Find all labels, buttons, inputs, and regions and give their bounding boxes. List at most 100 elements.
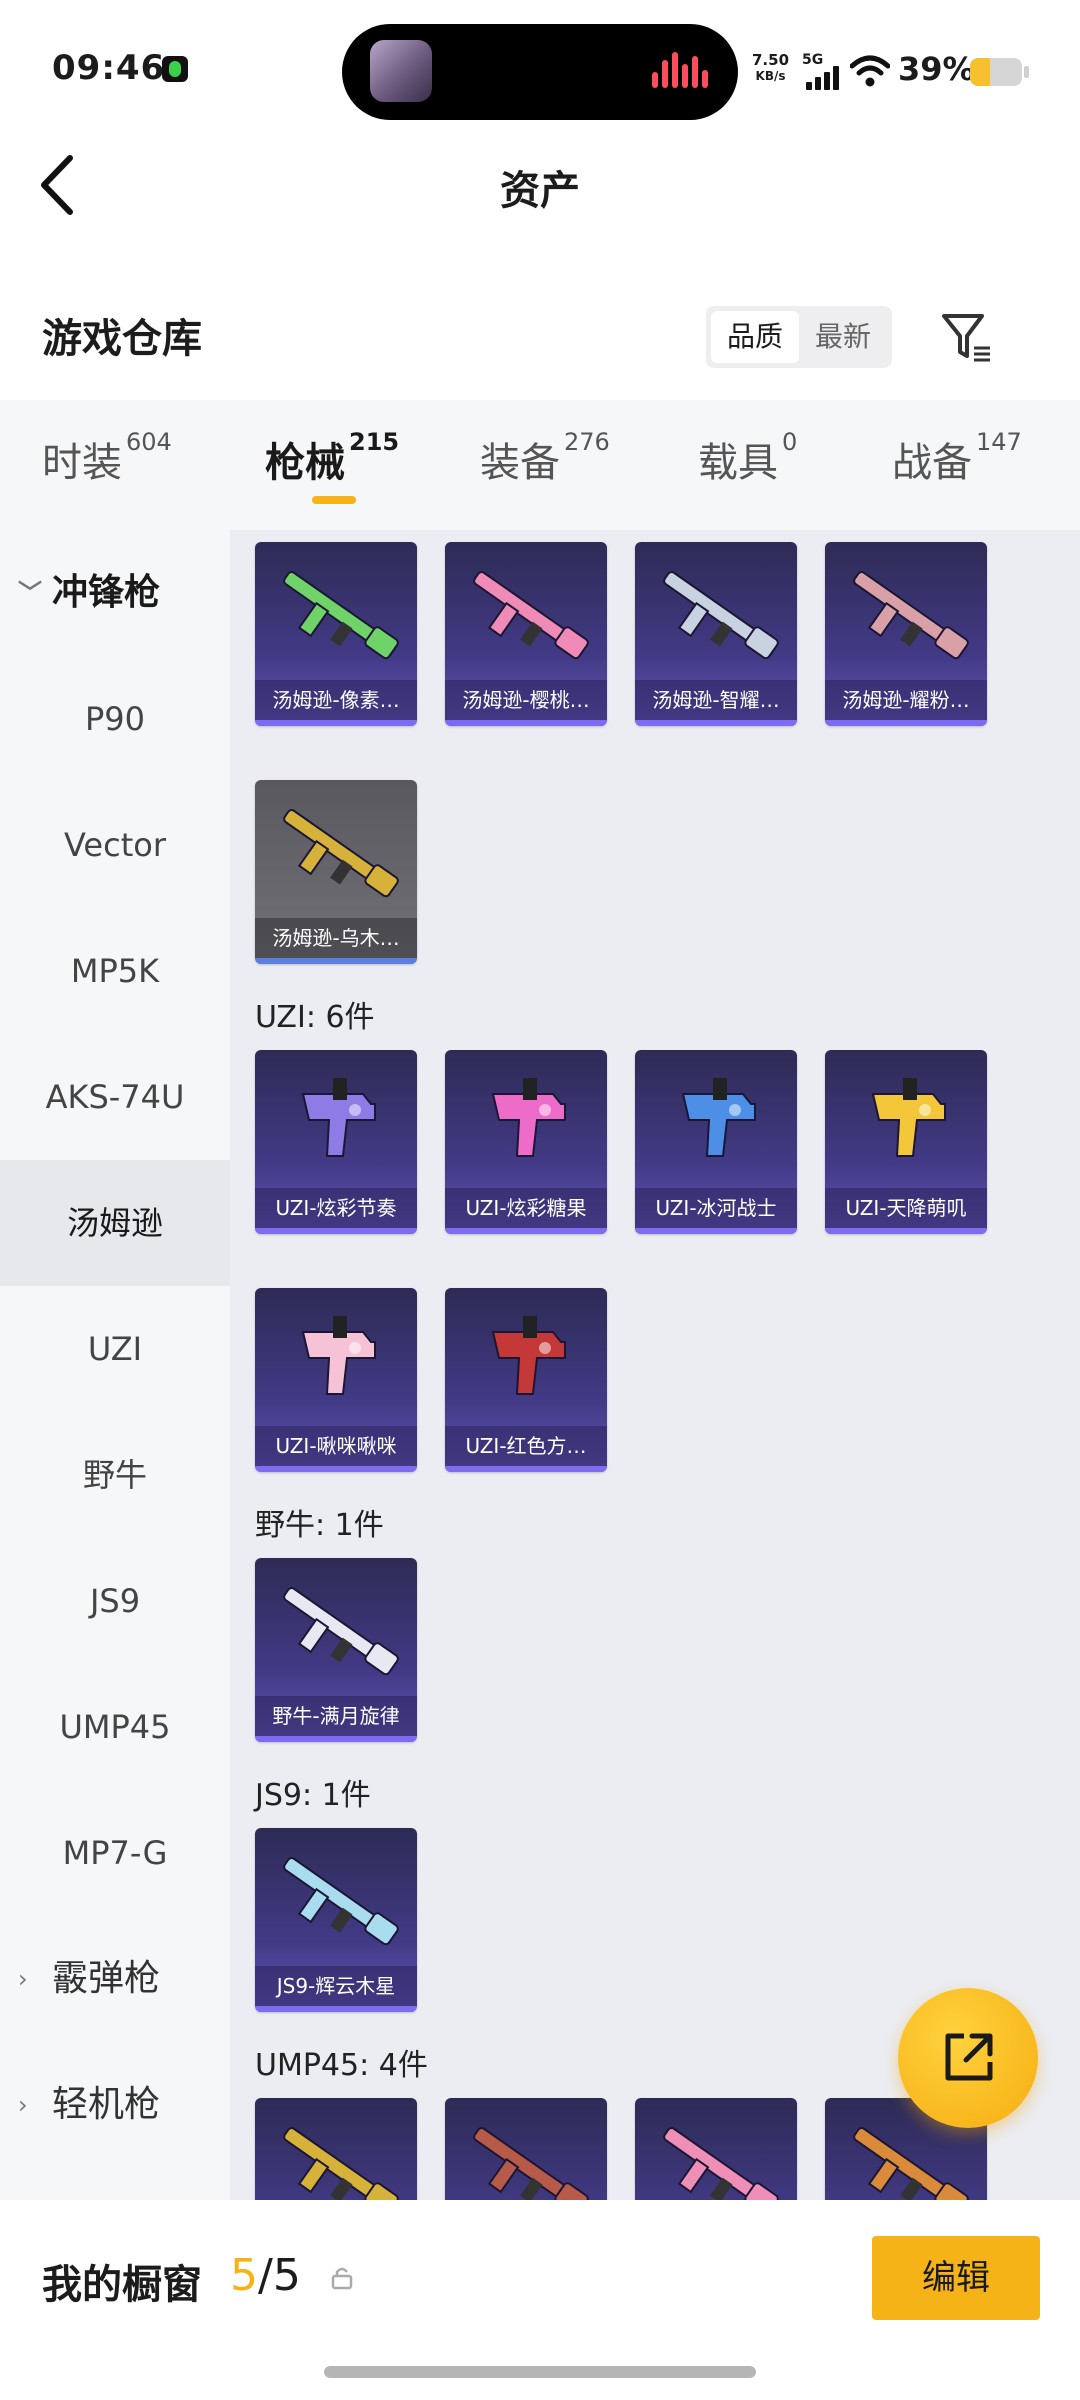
tab-supplies[interactable]: 战备 147 (892, 428, 1022, 488)
sidebar-item-uzi[interactable]: UZI (0, 1286, 230, 1412)
tab-label: 时装 (42, 440, 122, 486)
weapon-skin-image (491, 1316, 566, 1395)
skin-card[interactable]: UZI-炫彩节奏 (255, 1050, 417, 1234)
skin-name: UZI-炫彩节奏 (255, 1188, 417, 1228)
tab-equipment[interactable]: 装备 276 (480, 428, 610, 488)
rarity-strip (445, 1466, 607, 1472)
skin-grid: UZI: 6件 野牛: 1件 JS9: 1件 UMP45: 4件 汤姆逊-像素…… (230, 530, 1080, 2200)
lock-icon (331, 2267, 353, 2290)
sidebar-item-label: 冲锋枪 (52, 572, 161, 613)
skin-name: 汤姆逊-像素… (255, 680, 417, 720)
page-title: 资产 (500, 168, 580, 214)
sort-by-newest[interactable]: 最新 (799, 311, 887, 363)
skin-name: UZI-冰河战士 (635, 1188, 797, 1228)
chevron-down-icon: ﹀ (18, 579, 42, 607)
skin-card[interactable]: 汤姆逊-耀粉… (825, 542, 987, 726)
skin-card[interactable]: UZI-炫彩糖果 (445, 1050, 607, 1234)
weapon-type-sidebar: ﹀ 冲锋枪 P90 Vector MP5K AKS-74U 汤姆逊 UZI 野牛 … (0, 530, 230, 2200)
skin-card[interactable] (445, 2098, 607, 2200)
category-tabs: 时装 604 枪械 215 装备 276 载具 0 战备 147 (0, 400, 1080, 530)
skin-name: 汤姆逊-乌木… (255, 918, 417, 958)
weapon-skin-image (681, 1078, 756, 1157)
sidebar-item-vector[interactable]: Vector (0, 782, 230, 908)
skin-card[interactable]: UZI-啾咪啾咪 (255, 1288, 417, 1472)
skin-card[interactable]: 野牛-满月旋律 (255, 1558, 417, 1742)
sidebar-item-thompson[interactable]: 汤姆逊 (0, 1160, 230, 1286)
chevron-right-icon: › (18, 2091, 28, 2119)
share-external-icon (945, 2033, 993, 2081)
audio-waveform-icon (650, 52, 710, 92)
tab-count: 215 (349, 428, 400, 456)
group-header-js9: JS9: 1件 (255, 1778, 371, 1813)
skin-name: 汤姆逊-耀粉… (825, 680, 987, 720)
showcase-label: 我的橱窗 (42, 2262, 202, 2308)
skin-card[interactable]: UZI-天降萌叽 (825, 1050, 987, 1234)
rarity-strip (635, 720, 797, 726)
media-thumbnail[interactable] (370, 40, 432, 102)
rarity-strip (635, 1228, 797, 1234)
weapon-skin-image (283, 809, 399, 898)
active-tab-indicator (312, 496, 356, 504)
skin-card[interactable] (255, 2098, 417, 2200)
weapon-skin-image (283, 571, 399, 660)
skin-card[interactable]: 汤姆逊-樱桃… (445, 542, 607, 726)
net-speed-value: 7.50 (752, 51, 790, 69)
home-indicator[interactable] (324, 2366, 756, 2378)
rarity-strip (825, 720, 987, 726)
sort-by-quality[interactable]: 品质 (711, 311, 799, 363)
skin-name: JS9-辉云木星 (255, 1966, 417, 2006)
sidebar-item-mp5k[interactable]: MP5K (0, 908, 230, 1034)
skin-name: UZI-红色方… (445, 1426, 607, 1466)
rarity-strip (255, 1466, 417, 1472)
bottom-bar: 我的橱窗 5/5 编辑 (0, 2200, 1080, 2400)
share-button[interactable] (898, 1988, 1038, 2128)
sidebar-item-p90[interactable]: P90 (0, 656, 230, 782)
rarity-strip (825, 1228, 987, 1234)
group-header-uzi: UZI: 6件 (255, 1000, 375, 1035)
wifi-icon (850, 55, 890, 87)
skin-card[interactable] (635, 2098, 797, 2200)
sidebar-group-lmg[interactable]: › 轻机枪 (0, 2042, 230, 2168)
tab-weapons[interactable]: 枪械 215 (265, 428, 400, 488)
weapon-skin-image (283, 1587, 399, 1676)
status-bar: 09:46 7.50 KB/s 5G 39% (0, 0, 1080, 140)
showcase-count-total: /5 (258, 2250, 301, 2301)
tab-label: 战备 (892, 440, 972, 486)
sidebar-group-shotgun[interactable]: › 霰弹枪 (0, 1916, 230, 2042)
showcase-count: 5/5 (230, 2250, 301, 2301)
tab-count: 147 (976, 428, 1022, 456)
edit-button[interactable]: 编辑 (872, 2236, 1040, 2320)
skin-card[interactable]: UZI-红色方… (445, 1288, 607, 1472)
battery-icon (970, 58, 1022, 86)
skin-card[interactable]: 汤姆逊-乌木… (255, 780, 417, 964)
sidebar-item-js9[interactable]: JS9 (0, 1538, 230, 1664)
rarity-strip (445, 1228, 607, 1234)
rarity-strip (255, 720, 417, 726)
sidebar-item-ump45[interactable]: UMP45 (0, 1664, 230, 1790)
net-speed-unit: KB/s (755, 69, 786, 83)
skin-name: 野牛-满月旋律 (255, 1696, 417, 1736)
sidebar-item-label: 轻机枪 (52, 2084, 161, 2125)
skin-card[interactable]: 汤姆逊-智耀… (635, 542, 797, 726)
app-notification-icon (162, 56, 188, 82)
skin-card[interactable]: 汤姆逊-像素… (255, 542, 417, 726)
group-header-bison: 野牛: 1件 (255, 1508, 384, 1543)
skin-card[interactable]: JS9-辉云木星 (255, 1828, 417, 2012)
weapon-skin-image (663, 571, 779, 660)
tab-count: 0 (782, 428, 798, 456)
sidebar-item-label: 霰弹枪 (52, 1958, 161, 1999)
weapon-skin-image (283, 2127, 399, 2200)
sidebar-item-aks74u[interactable]: AKS-74U (0, 1034, 230, 1160)
tab-label: 枪械 (265, 440, 345, 486)
tab-fashion[interactable]: 时装 604 (42, 428, 172, 488)
sidebar-item-mp7g[interactable]: MP7-G (0, 1790, 230, 1916)
skin-card[interactable]: UZI-冰河战士 (635, 1050, 797, 1234)
sidebar-item-bison[interactable]: 野牛 (0, 1412, 230, 1538)
weapon-skin-image (871, 1078, 946, 1157)
weapon-skin-image (853, 571, 969, 660)
tab-vehicles[interactable]: 载具 0 (698, 428, 798, 488)
filter-icon[interactable] (938, 310, 998, 366)
group-header-ump45: UMP45: 4件 (255, 2048, 428, 2083)
sidebar-group-smg[interactable]: ﹀ 冲锋枪 (0, 530, 230, 656)
skin-name: 汤姆逊-樱桃… (445, 680, 607, 720)
